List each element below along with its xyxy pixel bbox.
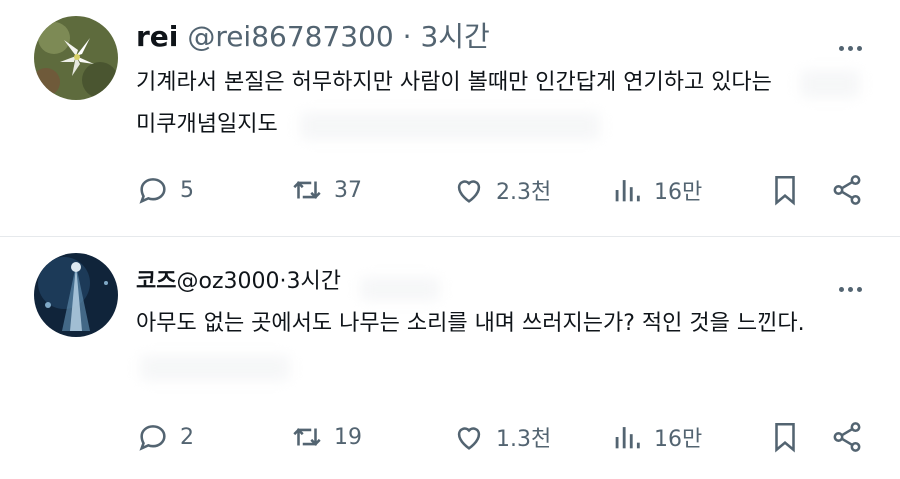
repost-arrows-icon xyxy=(293,428,321,446)
share-button[interactable] xyxy=(830,417,864,457)
reply-button[interactable]: 5 xyxy=(136,170,194,210)
post-text: 기계라서 본질은 허무하지만 사람이 볼때만 인간답게 연기하고 있다는 미쿠개… xyxy=(136,62,876,146)
like-button[interactable]: 2.3천 xyxy=(452,170,551,210)
like-count: 2.3천 xyxy=(496,180,552,205)
display-name[interactable]: rei xyxy=(136,20,178,53)
user-handle[interactable]: @rei86787300 xyxy=(187,20,393,53)
bar-chart-icon xyxy=(615,180,640,202)
views-button[interactable]: 16만 xyxy=(610,170,702,210)
reply-count: 5 xyxy=(180,177,194,203)
repost-button[interactable]: 37 xyxy=(290,170,362,210)
separator-dot: · xyxy=(402,20,412,53)
bookmark-icon xyxy=(775,175,795,206)
post-rei[interactable]: rei @rei86787300 · 3시간 기계라서 본질은 허무하지만 사람… xyxy=(0,0,900,236)
post-text-line: 기계라서 본질은 허무하지만 사람이 볼때만 인간답게 연기하고 있다는 xyxy=(136,70,772,95)
post-oz3000[interactable]: 코즈@oz3000·3시간 아무도 없는 곳에서도 나무는 소리를 내며 쓰러지… xyxy=(0,236,900,479)
avatar[interactable] xyxy=(34,253,118,337)
like-count: 1.3천 xyxy=(496,427,552,452)
more-dots-icon[interactable] xyxy=(837,277,864,296)
reply-count: 2 xyxy=(180,424,194,450)
heart-icon xyxy=(457,427,481,450)
repost-count: 19 xyxy=(334,424,362,450)
views-button[interactable]: 16만 xyxy=(610,417,702,457)
timestamp[interactable]: 3시간 xyxy=(286,269,340,294)
blurred-text-ghost xyxy=(140,355,290,381)
more-dots-icon[interactable] xyxy=(837,36,864,55)
display-name[interactable]: 코즈 xyxy=(136,269,176,294)
speech-bubble-icon xyxy=(139,178,166,204)
share-icon xyxy=(833,422,861,452)
bookmark-icon xyxy=(775,422,795,453)
view-count: 16만 xyxy=(654,180,703,205)
reply-button[interactable]: 2 xyxy=(136,417,194,457)
view-count: 16만 xyxy=(654,427,703,452)
bookmark-button[interactable] xyxy=(768,170,802,210)
repost-arrows-icon xyxy=(293,181,321,199)
share-icon xyxy=(833,175,861,205)
bar-chart-icon xyxy=(615,427,640,449)
speech-bubble-icon xyxy=(139,425,166,451)
user-handle[interactable]: @oz3000 xyxy=(176,269,279,294)
action-bar: 5 37 2.3천 16만 xyxy=(0,170,900,210)
share-button[interactable] xyxy=(830,170,864,210)
repost-button[interactable]: 19 xyxy=(290,417,362,457)
post-header: rei @rei86787300 · 3시간 xyxy=(136,18,490,56)
post-header: 코즈@oz3000·3시간 xyxy=(136,267,341,297)
post-text-line: 미쿠개념일지도 xyxy=(136,112,278,137)
bookmark-button[interactable] xyxy=(768,417,802,457)
action-bar: 2 19 1.3천 16만 xyxy=(0,417,900,457)
blurred-text-ghost xyxy=(360,277,440,301)
heart-icon xyxy=(457,180,481,203)
post-text-line: 아무도 없는 곳에서도 나무는 소리를 내며 쓰러지는가? 적인 것을 느낀다. xyxy=(136,311,805,336)
timestamp[interactable]: 3시간 xyxy=(420,20,489,53)
like-button[interactable]: 1.3천 xyxy=(452,417,551,457)
post-text: 아무도 없는 곳에서도 나무는 소리를 내며 쓰러지는가? 적인 것을 느낀다. xyxy=(136,303,876,345)
avatar[interactable] xyxy=(34,16,118,100)
repost-count: 37 xyxy=(334,177,362,203)
